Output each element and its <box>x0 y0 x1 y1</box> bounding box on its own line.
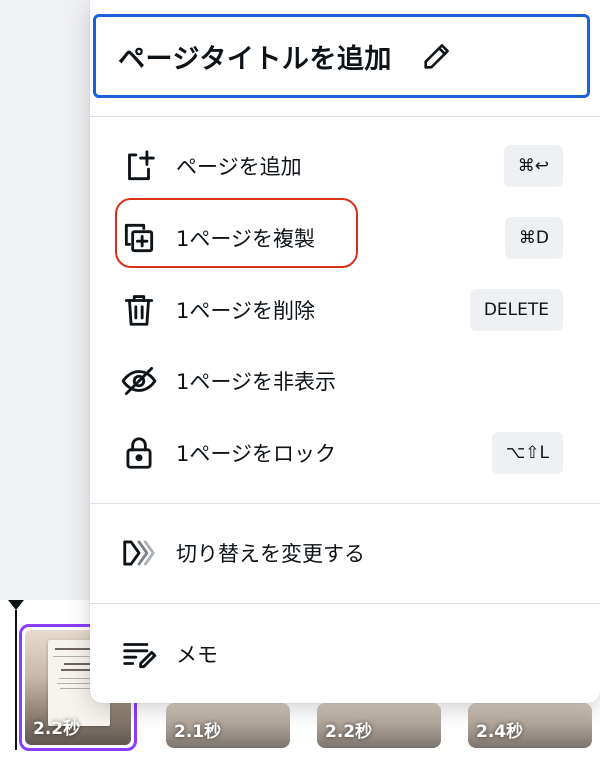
menu-item-label: メモ <box>176 643 218 667</box>
shortcut-badge: ⌥⇧L <box>491 432 563 474</box>
menu-item-hide-page[interactable]: 1ページを非表示 <box>90 350 600 412</box>
shortcut-badge: ⌘↩ <box>503 145 563 187</box>
menu-item-label: 切り替えを変更する <box>176 542 365 566</box>
page-thumbnail-2[interactable]: 2.1秒 <box>166 703 290 748</box>
menu-divider <box>90 603 600 604</box>
menu-item-add-page[interactable]: ページを追加 ⌘↩ <box>90 135 600 197</box>
page-duration: 2.2秒 <box>33 719 81 739</box>
menu-item-label: 1ページを非表示 <box>176 370 336 394</box>
playhead-marker[interactable] <box>8 600 24 610</box>
lock-icon <box>126 437 152 469</box>
menu-item-label: 1ページを複製 <box>176 227 315 251</box>
menu-item-change-transition[interactable]: 切り替えを変更する <box>90 522 600 584</box>
page-thumbnail-4[interactable]: 2.4秒 <box>468 703 592 748</box>
menu-item-lock-page[interactable]: 1ページをロック ⌥⇧L <box>90 422 600 484</box>
shortcut-badge: ⌘D <box>504 217 563 259</box>
duplicate-page-icon <box>124 223 154 253</box>
playhead-line <box>15 610 17 750</box>
notes-icon <box>123 643 157 669</box>
page-title-field[interactable]: ページタイトルを追加 <box>93 14 590 98</box>
pencil-icon[interactable] <box>420 39 454 73</box>
trash-icon <box>124 295 154 326</box>
menu-item-label: 1ページを削除 <box>176 299 315 323</box>
menu-divider <box>90 503 600 504</box>
menu-divider <box>90 116 600 117</box>
menu-item-delete-page[interactable]: 1ページを削除 DELETE <box>90 279 600 341</box>
menu-item-duplicate-page[interactable]: 1ページを複製 ⌘D <box>90 207 600 269</box>
shortcut-badge: DELETE <box>469 289 563 331</box>
menu-item-notes[interactable]: メモ <box>90 623 600 685</box>
page-title-text: ページタイトルを追加 <box>118 43 392 75</box>
page-thumbnail-3[interactable]: 2.2秒 <box>317 703 441 748</box>
page-duration: 2.1秒 <box>174 722 222 742</box>
page-duration: 2.4秒 <box>476 722 524 742</box>
eye-off-icon <box>121 366 157 396</box>
menu-item-label: ページを追加 <box>176 155 302 179</box>
page-context-menu: ページタイトルを追加 ページを追加 ⌘↩ 1ページを複製 ⌘D 1ページを削除 … <box>90 0 600 703</box>
menu-item-label: 1ページをロック <box>176 442 336 466</box>
page-duration: 2.2秒 <box>325 722 373 742</box>
add-page-icon <box>128 150 155 181</box>
transition-icon <box>123 540 155 566</box>
